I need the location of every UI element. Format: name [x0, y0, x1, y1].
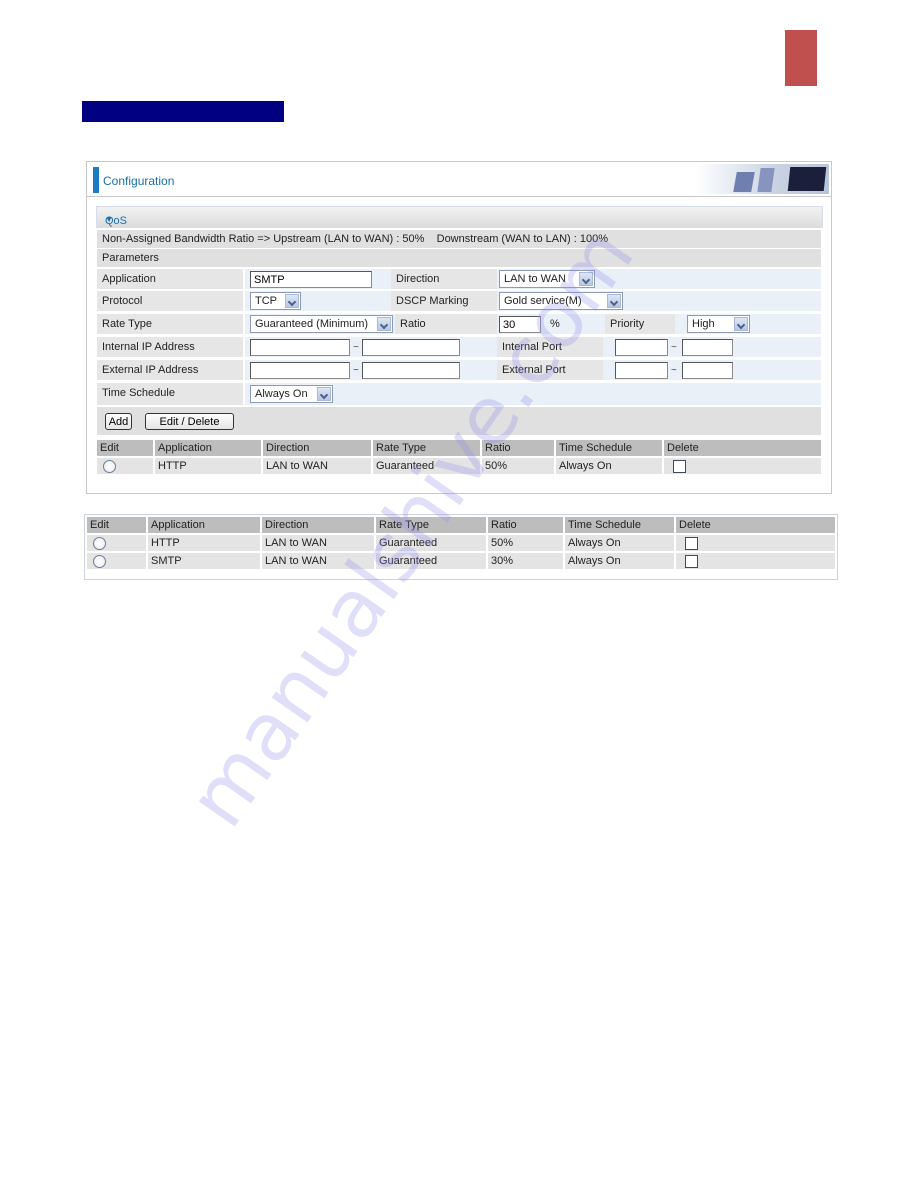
row-rate-type: Rate Type Guaranteed (Minimum) Ratio % P…	[97, 314, 821, 334]
external-ip-end-input[interactable]	[362, 362, 460, 379]
chevron-down-icon	[579, 272, 593, 286]
section-heading-bar	[82, 101, 284, 122]
add-button[interactable]: Add	[105, 413, 132, 430]
protocol-label: Protocol	[102, 295, 143, 307]
panel-header: Configuration	[87, 162, 831, 197]
office-banner-image	[695, 164, 829, 194]
internal-ip-label: Internal IP Address	[102, 341, 195, 353]
monitor-icon	[787, 167, 827, 191]
dscp-select[interactable]: Gold service(M)	[499, 292, 623, 310]
application-input[interactable]	[250, 271, 372, 288]
external-port-start-input[interactable]	[615, 362, 668, 379]
configuration-panel: Configuration ▼ QoS Non-Assigned Bandwidt…	[86, 161, 832, 494]
internal-port-label: Internal Port	[502, 341, 562, 353]
header-accent	[93, 167, 99, 193]
row-protocol: Protocol TCP DSCP Marking Gold service(M…	[97, 291, 821, 311]
ratio-label: Ratio	[400, 318, 426, 330]
edit-radio[interactable]	[93, 536, 106, 550]
application-label: Application	[102, 273, 156, 285]
bandwidth-info: Non-Assigned Bandwidth Ratio => Upstream…	[102, 233, 608, 245]
result-table-box: Edit Application Direction Rate Type Rat…	[84, 514, 838, 580]
internal-port-start-input[interactable]	[615, 339, 668, 356]
page-tab-marker	[785, 30, 817, 86]
external-port-label: External Port	[502, 364, 566, 376]
chair-icon	[757, 168, 775, 192]
edit-delete-button[interactable]: Edit / Delete	[145, 413, 234, 430]
qos-section-toggle[interactable]: ▼ QoS	[96, 206, 823, 228]
internal-ip-end-input[interactable]	[362, 339, 460, 356]
chevron-down-icon	[285, 294, 299, 308]
priority-label: Priority	[610, 318, 645, 330]
parameters-label: Parameters	[102, 252, 159, 264]
internal-port-end-input[interactable]	[682, 339, 733, 356]
button-row: Add Edit / Delete	[97, 407, 821, 435]
delete-checkbox[interactable]	[673, 459, 686, 473]
qos-section-title: QoS	[105, 215, 128, 227]
edit-radio[interactable]	[93, 554, 106, 568]
parameters-header: Parameters	[97, 249, 821, 267]
dscp-label: DSCP Marking	[396, 295, 469, 307]
table-row: SMTP LAN to WAN Guaranteed 30% Always On	[87, 553, 835, 569]
direction-select[interactable]: LAN to WAN	[499, 270, 595, 288]
time-schedule-select[interactable]: Always On	[250, 385, 333, 403]
internal-ip-start-input[interactable]	[250, 339, 350, 356]
table-header-row: Edit Application Direction Rate Type Rat…	[87, 517, 835, 533]
row-internal-ip: Internal IP Address ~ Internal Port ~	[97, 337, 821, 357]
time-schedule-label: Time Schedule	[102, 387, 175, 399]
table-row: HTTP LAN to WAN Guaranteed 50% Always On	[87, 535, 835, 551]
ratio-unit: %	[550, 318, 560, 330]
priority-select[interactable]: High	[687, 315, 750, 333]
row-application: Application Direction LAN to WAN	[97, 269, 821, 289]
qos-rules-table: Edit Application Direction Rate Type Rat…	[95, 438, 823, 476]
protocol-select[interactable]: TCP	[250, 292, 301, 310]
chevron-down-icon	[377, 317, 391, 331]
row-time-schedule: Time Schedule Always On	[97, 383, 821, 405]
row-external-ip: External IP Address ~ External Port ~	[97, 360, 821, 380]
ratio-input[interactable]	[499, 316, 541, 333]
direction-label: Direction	[396, 273, 440, 285]
bandwidth-info-row: Non-Assigned Bandwidth Ratio => Upstream…	[97, 230, 821, 248]
panel-title: Configuration	[103, 174, 175, 188]
chevron-down-icon	[607, 294, 621, 308]
edit-radio[interactable]	[103, 459, 116, 473]
external-ip-label: External IP Address	[102, 364, 199, 376]
external-port-end-input[interactable]	[682, 362, 733, 379]
external-ip-start-input[interactable]	[250, 362, 350, 379]
table-header-row: Edit Application Direction Rate Type Rat…	[97, 440, 821, 456]
delete-checkbox[interactable]	[685, 554, 698, 568]
chevron-down-icon	[734, 317, 748, 331]
table-row: HTTP LAN to WAN Guaranteed 50% Always On	[97, 458, 821, 474]
rate-type-select[interactable]: Guaranteed (Minimum)	[250, 315, 393, 333]
qos-rules-table-updated: Edit Application Direction Rate Type Rat…	[85, 515, 837, 571]
chevron-down-icon	[317, 387, 331, 401]
delete-checkbox[interactable]	[685, 536, 698, 550]
rate-type-label: Rate Type	[102, 318, 152, 330]
chair-icon	[733, 172, 755, 192]
